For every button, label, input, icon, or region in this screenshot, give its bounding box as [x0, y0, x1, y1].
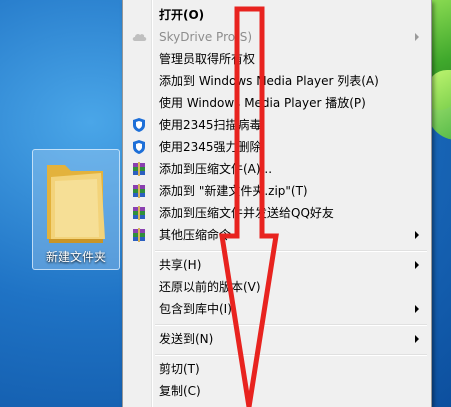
context-menu: 打开(O) SkyDrive Pro(S) 管理员取得所有权 添加到 Windo…	[122, 0, 432, 407]
menu-item-skydrive-pro[interactable]: SkyDrive Pro(S)	[125, 26, 429, 48]
menu-item-label: 打开(O)	[159, 8, 205, 22]
menu-item-label: 发送到(N)	[159, 332, 214, 346]
winrar-icon	[133, 228, 145, 242]
menu-item-add-to-wmp-list[interactable]: 添加到 Windows Media Player 列表(A)	[125, 70, 429, 92]
submenu-arrow-icon	[415, 305, 419, 313]
cloud-icon	[132, 33, 147, 41]
winrar-icon	[133, 162, 145, 176]
menu-item-label: 添加到 Windows Media Player 列表(A)	[159, 74, 379, 88]
menu-item-label: 共享(H)	[159, 258, 202, 272]
shield-icon	[133, 118, 145, 132]
menu-item-label: 添加到压缩文件(A)...	[159, 162, 273, 176]
menu-item-add-to-archive[interactable]: 添加到压缩文件(A)...	[125, 158, 429, 180]
menu-separator	[155, 250, 427, 252]
menu-item-label: 使用2345强力删除	[159, 140, 262, 154]
menu-item-play-with-wmp[interactable]: 使用 Windows Media Player 播放(P)	[125, 92, 429, 114]
menu-item-other-compress[interactable]: 其他压缩命令	[125, 224, 429, 246]
menu-item-label: 包含到库中(I)	[159, 302, 232, 316]
menu-item-label: 还原以前的版本(V)	[159, 280, 261, 294]
submenu-arrow-icon	[415, 33, 419, 41]
menu-item-open[interactable]: 打开(O)	[125, 4, 429, 26]
menu-item-label: 管理员取得所有权	[159, 52, 256, 66]
menu-item-restore-previous[interactable]: 还原以前的版本(V)	[125, 276, 429, 298]
menu-item-2345-scan[interactable]: 使用2345扫描病毒	[125, 114, 429, 136]
menu-separator	[155, 354, 427, 356]
menu-item-label: 其他压缩命令	[159, 228, 232, 242]
menu-item-cut[interactable]: 剪切(T)	[125, 358, 429, 380]
menu-item-take-ownership[interactable]: 管理员取得所有权	[125, 48, 429, 70]
folder-label[interactable]: 新建文件夹	[33, 248, 119, 265]
menu-item-label: SkyDrive Pro(S)	[159, 30, 253, 44]
menu-item-label: 使用2345扫描病毒	[159, 118, 262, 132]
menu-item-label: 使用 Windows Media Player 播放(P)	[159, 96, 366, 110]
menu-item-label: 添加到 "新建文件夹.zip"(T)	[159, 184, 308, 198]
menu-item-send-to[interactable]: 发送到(N)	[125, 328, 429, 350]
menu-item-label: 复制(C)	[159, 384, 201, 398]
menu-item-label: 剪切(T)	[159, 362, 200, 376]
submenu-arrow-icon	[415, 335, 419, 343]
menu-item-include-in-library[interactable]: 包含到库中(I)	[125, 298, 429, 320]
desktop-folder-icon[interactable]: 新建文件夹	[32, 149, 120, 270]
menu-separator	[155, 324, 427, 326]
menu-item-share[interactable]: 共享(H)	[125, 254, 429, 276]
menu-item-label: 添加到压缩文件并发送给QQ好友	[159, 206, 334, 220]
submenu-arrow-icon	[415, 231, 419, 239]
shield-icon	[133, 140, 145, 154]
menu-item-archive-send-qq[interactable]: 添加到压缩文件并发送给QQ好友	[125, 202, 429, 224]
menu-item-copy[interactable]: 复制(C)	[125, 380, 429, 402]
menu-item-2345-force-delete[interactable]: 使用2345强力删除	[125, 136, 429, 158]
folder-icon	[47, 165, 105, 243]
menu-item-add-to-zip[interactable]: 添加到 "新建文件夹.zip"(T)	[125, 180, 429, 202]
winrar-icon	[133, 184, 145, 198]
winrar-icon	[133, 206, 145, 220]
submenu-arrow-icon	[415, 261, 419, 269]
